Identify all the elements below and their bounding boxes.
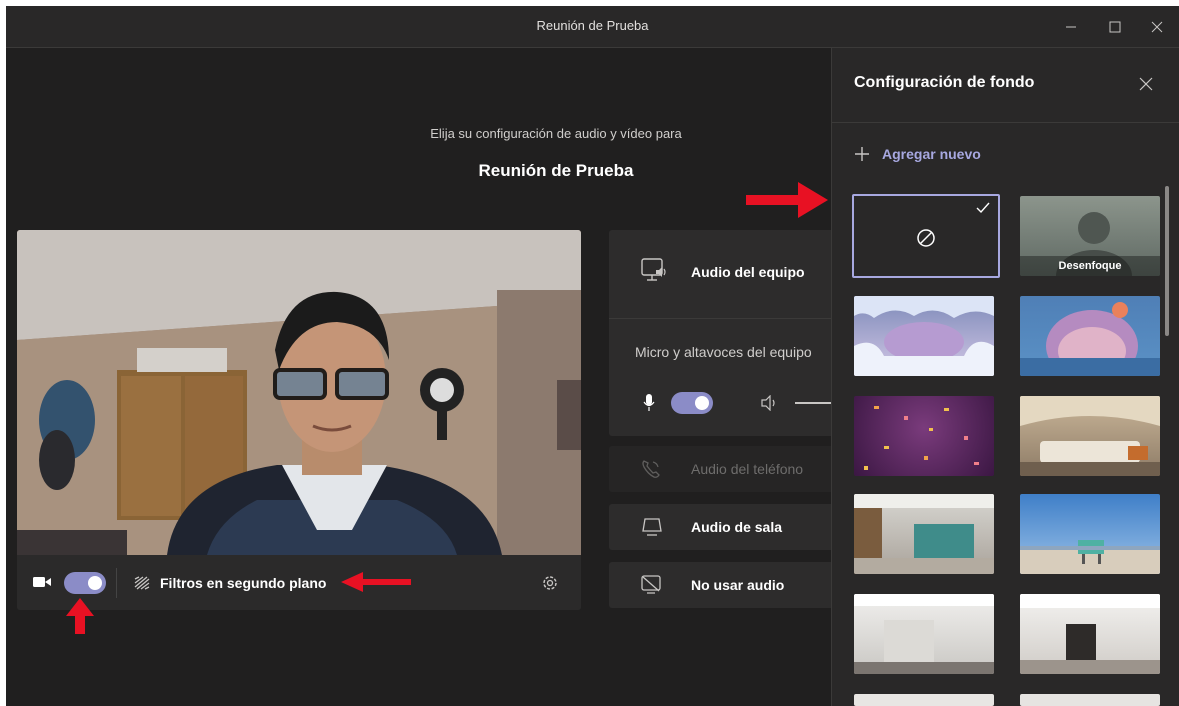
annotation-arrow-up xyxy=(66,598,94,634)
white-loft-preview xyxy=(1020,594,1160,674)
office-lockers-preview xyxy=(854,494,994,574)
camera-preview-image xyxy=(17,230,581,555)
device-text: Micro y altavoces del equipo xyxy=(635,344,812,360)
maximize-icon xyxy=(1109,21,1121,33)
background-cozy-bedroom[interactable] xyxy=(1020,396,1160,476)
window-title: Reunión de Prueba xyxy=(536,18,649,33)
no-background-icon xyxy=(917,229,935,247)
filters-label: Filtros en segundo plano xyxy=(160,575,327,591)
minimize-button[interactable] xyxy=(1048,6,1094,48)
background-ice-cave[interactable] xyxy=(854,296,994,376)
no-audio-label: No usar audio xyxy=(691,577,785,593)
background-beach-lifeguard[interactable] xyxy=(1020,494,1160,574)
phone-audio-label: Audio del teléfono xyxy=(691,461,804,477)
confetti-preview xyxy=(864,406,979,470)
white-room-preview xyxy=(854,594,994,674)
background-effects-icon xyxy=(134,576,150,590)
background-more-1[interactable] xyxy=(854,694,994,706)
ice-cave-preview xyxy=(854,296,994,376)
background-none[interactable] xyxy=(852,194,1000,278)
gear-icon[interactable] xyxy=(541,574,559,592)
panel-title: Configuración de fondo xyxy=(854,74,1035,91)
background-white-loft[interactable] xyxy=(1020,594,1160,674)
background-office-lockers[interactable] xyxy=(854,494,994,574)
add-new-button[interactable]: Agregar nuevo xyxy=(854,146,981,162)
annotation-arrow-left xyxy=(341,572,411,592)
room-audio-card[interactable]: Audio de sala xyxy=(609,504,839,550)
annotation-arrow-right xyxy=(746,182,828,218)
camera-toggle[interactable] xyxy=(64,572,106,594)
computer-audio-card[interactable]: Audio del equipo Micro y altavoces del e… xyxy=(609,230,839,436)
blur-label: Desenfoque xyxy=(1020,256,1160,276)
camera-preview xyxy=(17,230,581,555)
panel-header: Configuración de fondo xyxy=(832,48,1179,123)
microphone-icon xyxy=(643,394,655,411)
background-more-2[interactable] xyxy=(1020,694,1160,706)
checkmark-icon xyxy=(976,202,990,214)
background-blur[interactable]: Desenfoque xyxy=(1020,196,1160,276)
background-settings-panel: Configuración de fondo Agregar nuevo Des… xyxy=(831,48,1179,706)
background-filters-button[interactable]: Filtros en segundo plano xyxy=(134,571,326,595)
beach-lifeguard-preview xyxy=(1020,540,1160,574)
phone-icon xyxy=(642,460,660,478)
computer-audio-label: Audio del equipo xyxy=(691,264,805,280)
maximize-button[interactable] xyxy=(1092,6,1138,48)
close-window-button[interactable] xyxy=(1134,6,1179,48)
camera-icon[interactable] xyxy=(33,575,51,589)
teams-prejoin-window: Reunión de Prueba Elija su configuración… xyxy=(6,6,1179,706)
divider xyxy=(609,318,839,319)
add-new-label: Agregar nuevo xyxy=(882,146,981,162)
plus-icon xyxy=(855,147,869,161)
title-bar: Reunión de Prueba xyxy=(6,6,1179,48)
close-icon[interactable] xyxy=(1139,77,1153,91)
video-controls-bar: Filtros en segundo plano xyxy=(17,555,581,610)
fantasy-arch-preview xyxy=(1020,302,1160,376)
close-icon xyxy=(1151,21,1163,33)
video-preview-card: Filtros en segundo plano xyxy=(17,230,581,610)
background-white-room[interactable] xyxy=(854,594,994,674)
background-fantasy-arch[interactable] xyxy=(1020,296,1160,376)
room-audio-icon xyxy=(642,518,662,536)
background-confetti[interactable] xyxy=(854,396,994,476)
panel-scrollbar[interactable] xyxy=(1165,186,1169,336)
divider xyxy=(116,568,117,598)
computer-audio-icon xyxy=(641,258,666,281)
no-audio-icon xyxy=(641,575,661,594)
phone-audio-card[interactable]: Audio del teléfono xyxy=(609,446,839,492)
speaker-icon xyxy=(761,395,775,411)
room-audio-label: Audio de sala xyxy=(691,519,783,535)
cozy-bedroom-preview xyxy=(1020,396,1160,476)
minimize-icon xyxy=(1066,26,1076,28)
no-audio-card[interactable]: No usar audio xyxy=(609,562,839,608)
microphone-toggle[interactable] xyxy=(671,392,713,414)
